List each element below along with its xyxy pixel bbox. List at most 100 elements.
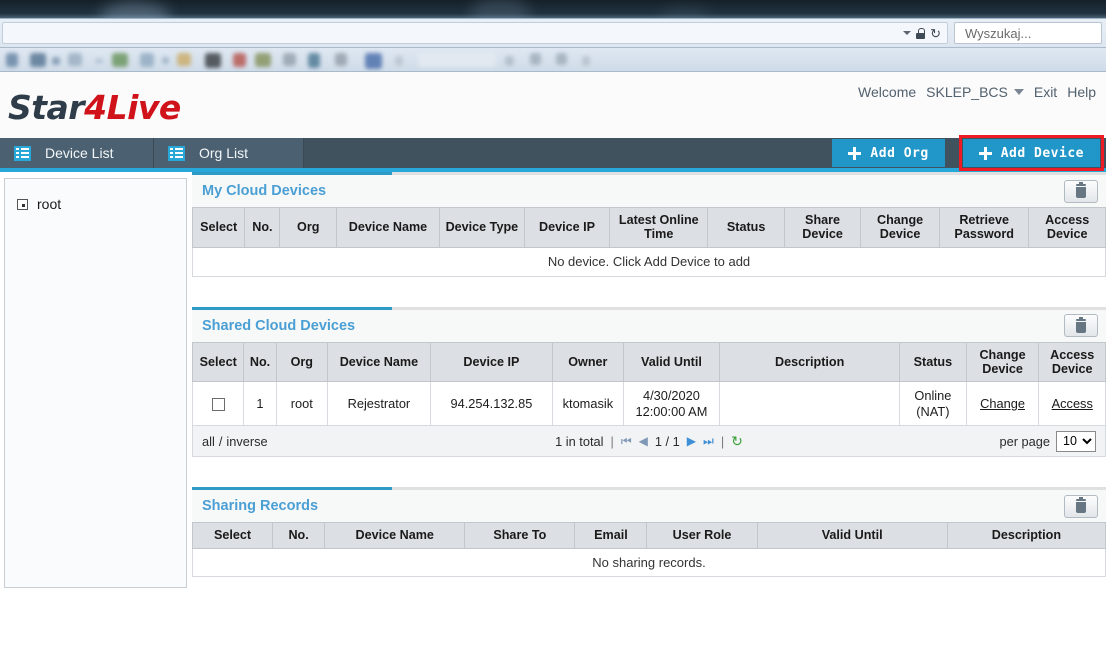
col-device-type: Device Type xyxy=(438,207,525,248)
col-description: Description xyxy=(719,341,901,383)
table-empty-row: No sharing records. xyxy=(192,547,1106,578)
cell-org: root xyxy=(275,381,328,427)
main-content: My Cloud Devices Select No. Org Device N… xyxy=(187,172,1106,624)
reload-icon[interactable]: ↻ xyxy=(930,27,941,40)
col-select: Select xyxy=(191,341,245,383)
pagination-bar: all / inverse 1 in total | ⏮ ◀ 1 / 1 ▶ ⏭… xyxy=(192,426,1106,458)
col-select: Select xyxy=(191,522,274,549)
table-header-row: Select No. Org Device Name Device IP Own… xyxy=(191,341,1106,383)
delete-button[interactable] xyxy=(1064,179,1098,203)
col-select: Select xyxy=(191,207,246,248)
col-description: Description xyxy=(946,522,1106,549)
tab-device-list[interactable]: Device List xyxy=(0,138,154,168)
col-access-device: Access Device xyxy=(1028,207,1106,248)
chevron-down-icon[interactable] xyxy=(903,31,912,35)
search-input[interactable] xyxy=(963,24,1093,42)
tree-expand-icon[interactable] xyxy=(17,198,28,210)
refresh-icon[interactable]: ↻ xyxy=(731,433,743,450)
access-link[interactable]: Access xyxy=(1052,396,1093,411)
browser-search-box[interactable] xyxy=(954,22,1102,44)
col-email: Email xyxy=(574,522,648,549)
col-org: Org xyxy=(275,341,328,383)
col-access-device: Access Device xyxy=(1038,341,1106,383)
col-user-role: User Role xyxy=(646,522,758,549)
table-row[interactable]: 1 root Rejestrator 94.254.132.85 ktomasi… xyxy=(191,381,1106,427)
tab-org-list-label: Org List xyxy=(199,145,249,161)
main-navbar: Device List Org List Add Org Add Device xyxy=(0,135,1106,172)
panel-spacer xyxy=(192,457,1106,487)
chevron-down-icon[interactable] xyxy=(1013,89,1024,95)
valid-until-date: 4/30/2020 xyxy=(642,388,700,404)
panel-my-cloud-devices: My Cloud Devices Select No. Org Device N… xyxy=(191,172,1106,277)
col-status: Status xyxy=(899,341,967,383)
cell-status: Online (NAT) xyxy=(899,381,967,427)
tree-node-root[interactable]: root xyxy=(5,193,186,215)
help-link[interactable]: Help xyxy=(1067,84,1096,100)
tab-org-list[interactable]: Org List xyxy=(154,138,304,168)
col-device-ip: Device IP xyxy=(523,207,611,248)
panel-header: Sharing Records xyxy=(192,490,1106,523)
per-page-label: per page xyxy=(999,433,1050,449)
last-page-icon[interactable]: ⏭ xyxy=(703,435,714,447)
col-change-device: Change Device xyxy=(860,207,940,248)
select-inverse-link[interactable]: inverse xyxy=(226,434,267,449)
address-bar[interactable] xyxy=(2,22,892,44)
page-indicator: 1 / 1 xyxy=(654,433,680,449)
delete-button[interactable] xyxy=(1064,314,1098,338)
col-valid-until: Valid Until xyxy=(622,341,721,383)
empty-message: No device. Click Add Device to add xyxy=(192,246,1106,277)
status-text: Online xyxy=(914,388,952,404)
cell-device-ip: 94.254.132.85 xyxy=(429,381,554,427)
cell-change-device[interactable]: Change xyxy=(965,381,1040,427)
col-device-ip: Device IP xyxy=(429,341,554,383)
browser-tabstrip-blurred xyxy=(0,0,1106,18)
username-label: SKLEP_BCS xyxy=(926,84,1008,100)
row-checkbox[interactable] xyxy=(211,398,225,412)
col-device-name: Device Name xyxy=(326,341,431,383)
navbar-actions: Add Org Add Device xyxy=(832,135,1106,171)
per-page-select[interactable]: 10 xyxy=(1056,430,1096,452)
change-link[interactable]: Change xyxy=(980,396,1025,411)
panel-header: Shared Cloud Devices xyxy=(192,309,1106,342)
table-empty-row: No device. Click Add Device to add xyxy=(192,246,1106,277)
pager-divider: | xyxy=(720,433,725,449)
col-no: No. xyxy=(244,207,281,248)
user-menu[interactable]: SKLEP_BCS xyxy=(926,84,1024,100)
sharing-records-table: Select No. Device Name Share To Email Us… xyxy=(191,522,1106,578)
address-bar-controls: ↻ xyxy=(892,22,948,44)
trash-icon xyxy=(1075,497,1087,514)
add-device-button[interactable]: Add Device xyxy=(962,139,1100,167)
cell-no: 1 xyxy=(243,381,277,427)
next-page-icon[interactable]: ▶ xyxy=(687,435,696,447)
delete-button[interactable] xyxy=(1064,494,1098,518)
panel-shared-cloud-devices: Shared Cloud Devices Select No. Org Devi… xyxy=(191,306,1106,458)
per-page-controls: per page 10 xyxy=(999,430,1096,452)
bookmarks-bar-blurred xyxy=(0,48,1106,72)
my-cloud-devices-table: Select No. Org Device Name Device Type D… xyxy=(191,207,1106,277)
total-count-label: 1 in total xyxy=(555,433,604,449)
col-org: Org xyxy=(279,207,338,248)
cell-select[interactable] xyxy=(191,381,245,427)
exit-link[interactable]: Exit xyxy=(1034,84,1057,100)
cell-description xyxy=(719,381,901,427)
add-org-button[interactable]: Add Org xyxy=(832,139,945,167)
logo-text-four: 4 xyxy=(84,88,107,127)
first-page-icon[interactable]: ⏮ xyxy=(621,435,632,447)
logo-text-star: Star xyxy=(8,88,85,127)
pager-slash: / xyxy=(218,433,223,449)
panel-spacer xyxy=(192,277,1106,307)
lock-icon xyxy=(916,27,926,39)
add-device-label: Add Device xyxy=(1000,145,1084,161)
cell-access-device[interactable]: Access xyxy=(1038,381,1106,427)
status-nat: (NAT) xyxy=(916,403,950,419)
add-org-label: Add Org xyxy=(870,145,929,161)
pager-divider: | xyxy=(610,433,614,449)
col-device-name: Device Name xyxy=(336,207,440,248)
table-header-row: Select No. Org Device Name Device Type D… xyxy=(191,207,1106,248)
panel-accent xyxy=(192,306,1106,310)
previous-page-icon[interactable]: ◀ xyxy=(639,435,648,447)
select-all-link[interactable]: all xyxy=(202,434,215,449)
trash-icon xyxy=(1075,316,1087,333)
panel-sharing-records: Sharing Records Select No. Device Name S… xyxy=(191,487,1106,578)
add-device-highlight: Add Device xyxy=(958,135,1104,171)
